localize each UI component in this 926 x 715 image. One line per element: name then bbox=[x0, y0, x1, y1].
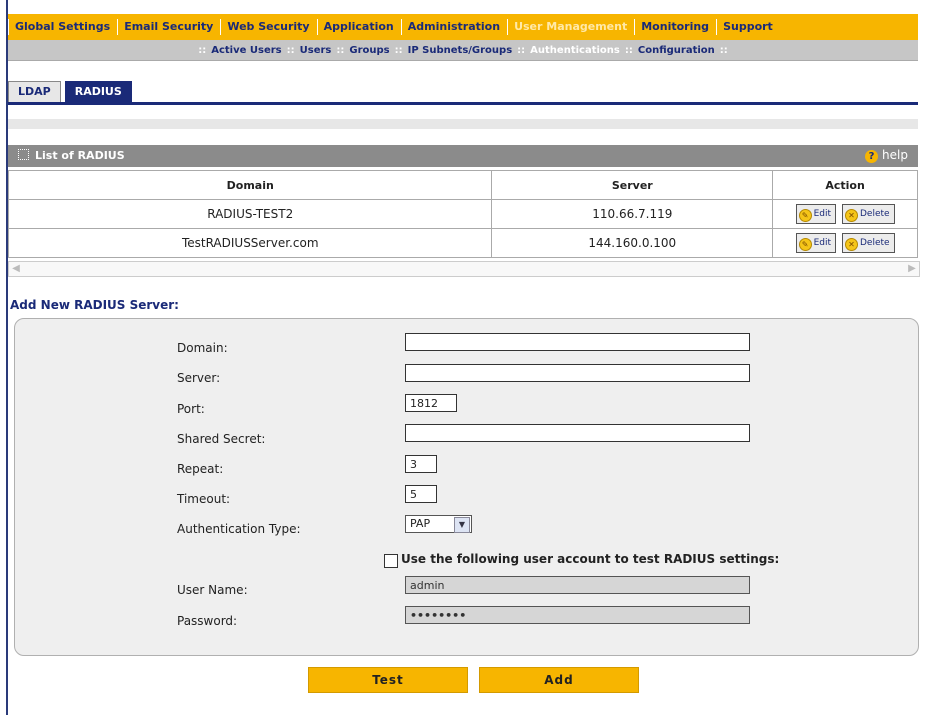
nav-administration[interactable]: Administration bbox=[400, 19, 507, 35]
column-action: Action bbox=[772, 170, 918, 200]
tab-ldap[interactable]: LDAP bbox=[8, 81, 61, 102]
delete-icon: ✕ bbox=[845, 209, 858, 222]
repeat-input[interactable] bbox=[405, 455, 437, 473]
username-input[interactable] bbox=[405, 576, 750, 594]
column-domain: Domain bbox=[7, 170, 493, 200]
nav-monitoring[interactable]: Monitoring bbox=[634, 19, 716, 35]
radius-list-title: List of RADIUS bbox=[18, 149, 125, 162]
window-left-border bbox=[0, 0, 8, 715]
row-actions: ✎ Edit ✕ Delete bbox=[772, 199, 918, 229]
repeat-label: Repeat: bbox=[177, 462, 224, 476]
help-icon: ? bbox=[865, 150, 879, 163]
edit-icon: ✎ bbox=[798, 238, 812, 251]
test-account-label: Use the following user account to test R… bbox=[401, 552, 780, 566]
edit-label: Edit bbox=[813, 238, 831, 248]
row-server: 144.160.0.100 bbox=[491, 228, 774, 258]
port-input[interactable] bbox=[405, 394, 457, 412]
server-label: Server: bbox=[177, 371, 221, 385]
subnav-ip-subnets-groups[interactable]: IP Subnets/Groups bbox=[408, 45, 513, 56]
nav-email-security[interactable]: Email Security bbox=[117, 19, 220, 35]
nav-support[interactable]: Support bbox=[716, 19, 780, 35]
row-actions: ✎ Edit ✕ Delete bbox=[772, 228, 918, 258]
port-label: Port: bbox=[177, 402, 205, 416]
subnav-separator: :: bbox=[394, 44, 403, 56]
edit-icon: ✎ bbox=[798, 209, 812, 222]
username-label: User Name: bbox=[177, 583, 248, 597]
radius-list-title-text: List of RADIUS bbox=[35, 149, 125, 162]
nav-global-settings[interactable]: Global Settings bbox=[8, 19, 117, 35]
radius-table: Domain Server Action RADIUS-TEST2 110.66… bbox=[7, 170, 918, 258]
delete-button[interactable]: ✕ Delete bbox=[842, 233, 895, 253]
table-header-row: Domain Server Action bbox=[7, 170, 918, 200]
nav-user-management[interactable]: User Management bbox=[507, 19, 634, 35]
edit-label: Edit bbox=[813, 209, 831, 219]
help-link[interactable]: ? help bbox=[865, 148, 908, 163]
tab-radius[interactable]: RADIUS bbox=[64, 81, 132, 102]
domain-label: Domain: bbox=[177, 341, 228, 355]
subnav-separator: :: bbox=[336, 44, 345, 56]
radius-list-header: List of RADIUS ? help bbox=[8, 145, 918, 167]
table-row: TestRADIUSServer.com 144.160.0.100 ✎ Edit… bbox=[7, 228, 918, 258]
auth-type-value: PAP bbox=[410, 517, 431, 530]
horizontal-scrollbar[interactable]: ◀ ▶ bbox=[8, 261, 920, 277]
shared-secret-label: Shared Secret: bbox=[177, 432, 266, 446]
delete-button[interactable]: ✕ Delete bbox=[842, 204, 895, 224]
server-input[interactable] bbox=[405, 364, 750, 382]
delete-label: Delete bbox=[860, 238, 890, 248]
subnav-separator: :: bbox=[517, 44, 526, 56]
subnav-separator: :: bbox=[624, 44, 633, 56]
auth-type-select[interactable]: PAP ▼ bbox=[405, 515, 472, 533]
test-button[interactable]: Test bbox=[308, 667, 468, 693]
spacer-bar bbox=[8, 119, 918, 129]
domain-input[interactable] bbox=[405, 333, 750, 351]
sub-nav: :: Active Users :: Users :: Groups :: IP… bbox=[8, 40, 918, 61]
subnav-separator: :: bbox=[719, 44, 728, 56]
grip-icon bbox=[18, 149, 29, 160]
delete-label: Delete bbox=[860, 209, 890, 219]
row-domain: RADIUS-TEST2 bbox=[7, 199, 493, 229]
tab-underline bbox=[8, 102, 918, 105]
nav-application[interactable]: Application bbox=[316, 19, 401, 35]
shared-secret-input[interactable] bbox=[405, 424, 750, 442]
add-button[interactable]: Add bbox=[479, 667, 639, 693]
table-row: RADIUS-TEST2 110.66.7.119 ✎ Edit ✕ Delete bbox=[7, 199, 918, 229]
timeout-input[interactable] bbox=[405, 485, 437, 503]
test-account-checkbox[interactable] bbox=[384, 554, 398, 568]
scroll-left-icon[interactable]: ◀ bbox=[9, 262, 23, 276]
main-nav: Global Settings Email Security Web Secur… bbox=[8, 14, 918, 41]
auth-type-label: Authentication Type: bbox=[177, 522, 301, 536]
password-input[interactable] bbox=[405, 606, 750, 624]
subnav-authentications[interactable]: Authentications bbox=[530, 45, 620, 56]
help-text: help bbox=[882, 148, 908, 162]
subnav-configuration[interactable]: Configuration bbox=[638, 45, 715, 56]
subnav-separator: :: bbox=[198, 44, 207, 56]
password-label: Password: bbox=[177, 614, 238, 628]
delete-icon: ✕ bbox=[845, 238, 858, 251]
add-radius-title: Add New RADIUS Server: bbox=[10, 298, 179, 312]
row-domain: TestRADIUSServer.com bbox=[7, 228, 493, 258]
subnav-users[interactable]: Users bbox=[300, 45, 332, 56]
subnav-active-users[interactable]: Active Users bbox=[211, 45, 281, 56]
edit-button[interactable]: ✎ Edit bbox=[795, 233, 836, 253]
chevron-down-icon: ▼ bbox=[454, 517, 470, 533]
subnav-groups[interactable]: Groups bbox=[349, 45, 389, 56]
nav-web-security[interactable]: Web Security bbox=[220, 19, 316, 35]
auth-tabs: LDAP RADIUS bbox=[8, 81, 136, 103]
scroll-right-icon[interactable]: ▶ bbox=[905, 262, 919, 276]
column-server: Server bbox=[491, 170, 774, 200]
edit-button[interactable]: ✎ Edit bbox=[795, 204, 836, 224]
row-server: 110.66.7.119 bbox=[491, 199, 774, 229]
timeout-label: Timeout: bbox=[177, 492, 231, 506]
subnav-separator: :: bbox=[286, 44, 295, 56]
